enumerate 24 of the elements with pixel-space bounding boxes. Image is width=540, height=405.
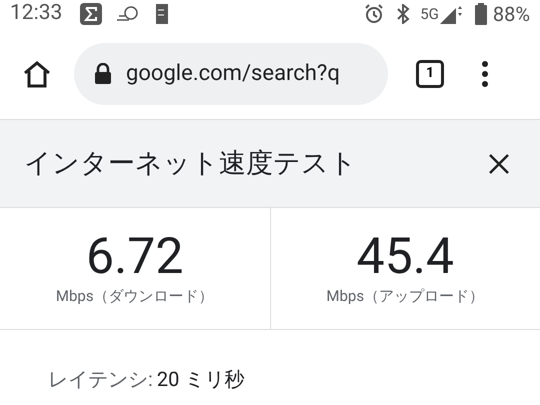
battery-percentage: 88% bbox=[492, 1, 530, 28]
alarm-icon bbox=[364, 4, 384, 24]
bluetooth-icon bbox=[396, 4, 410, 24]
home-icon[interactable] bbox=[22, 60, 52, 88]
detail-label: レイテンシ: bbox=[48, 366, 153, 393]
battery-icon bbox=[474, 3, 487, 25]
speed-value: 45.4 bbox=[356, 229, 454, 286]
document-icon bbox=[156, 4, 168, 24]
speed-value: 6.72 bbox=[86, 229, 184, 286]
address-bar[interactable]: google.com/search?q bbox=[74, 42, 388, 104]
more-menu-icon[interactable] bbox=[482, 60, 488, 86]
signal-icon bbox=[438, 4, 463, 24]
speed-label: Mbps（ダウンロード） bbox=[56, 286, 214, 308]
status-time: 12:33 bbox=[10, 0, 62, 28]
detail-value: 20 ミリ秒 bbox=[156, 366, 244, 393]
url-text: google.com/search?q bbox=[126, 60, 340, 88]
lock-icon bbox=[94, 62, 112, 84]
sigma-icon bbox=[80, 3, 102, 25]
notification-icon bbox=[116, 6, 138, 22]
network-type: 5G bbox=[420, 4, 439, 25]
card-title: インターネット速度テスト bbox=[24, 146, 358, 182]
close-icon[interactable] bbox=[488, 152, 510, 174]
speed-label: Mbps（アップロード） bbox=[326, 286, 484, 308]
tab-count-button[interactable]: 1 bbox=[416, 60, 444, 88]
